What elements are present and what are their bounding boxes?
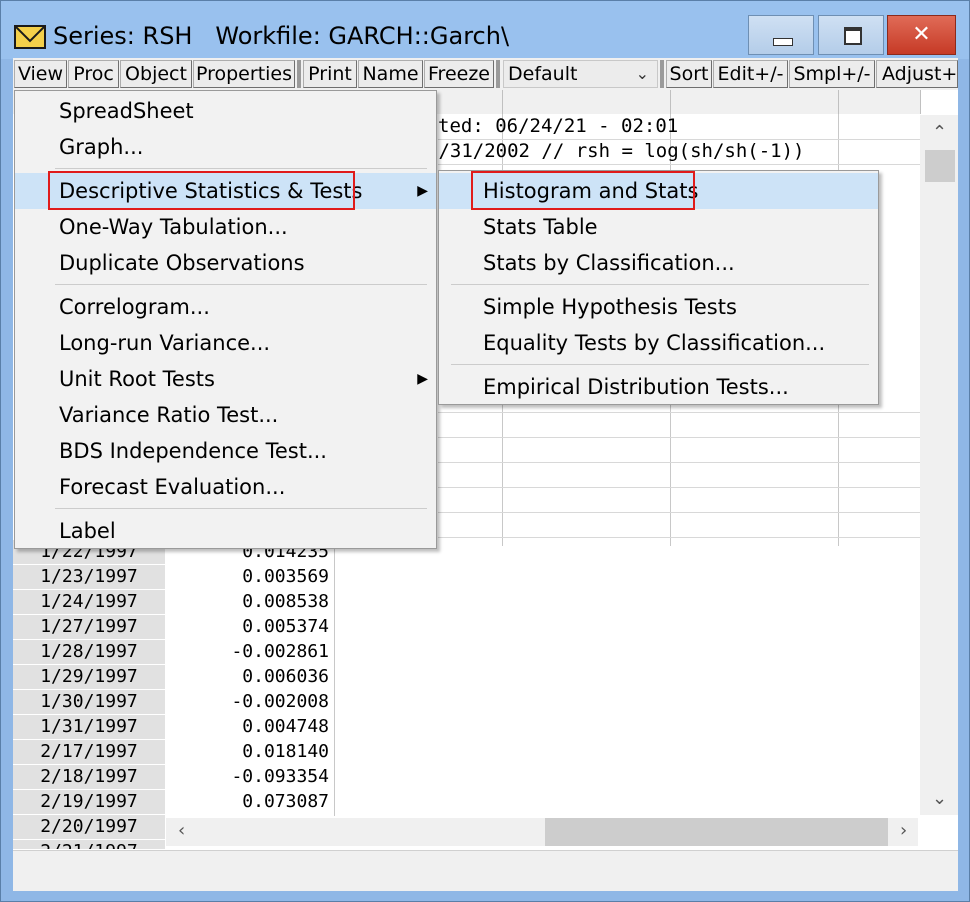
menu-item-label[interactable]: Label (15, 513, 436, 549)
table-row-date[interactable]: 1/28/1997 (13, 640, 165, 665)
menu-item-graph[interactable]: Graph... (15, 129, 436, 165)
table-cell-value[interactable]: 0.004748 (166, 715, 329, 739)
table-cell-value[interactable]: -0.002861 (166, 640, 329, 664)
print-button[interactable]: Print (303, 60, 357, 88)
table-cell-value[interactable]: 0.003569 (166, 565, 329, 589)
menu-separator (451, 284, 869, 285)
table-row-date[interactable]: 1/31/1997 (13, 715, 165, 740)
menu-separator (451, 364, 869, 365)
vertical-scroll-thumb[interactable] (925, 150, 955, 182)
close-icon: ✕ (912, 22, 931, 47)
column-header (503, 90, 671, 114)
menu-item-spreadsheet[interactable]: SpreadSheet (15, 93, 436, 129)
proc-button[interactable]: Proc (68, 60, 119, 88)
grid-line (438, 437, 920, 438)
table-row-date[interactable]: 2/19/1997 (13, 790, 165, 815)
name-button[interactable]: Name (358, 60, 423, 88)
scroll-left-icon[interactable]: ‹ (178, 820, 185, 841)
table-cell-value[interactable]: -0.002008 (166, 690, 329, 714)
grid-line (438, 512, 920, 513)
display-mode-select[interactable]: Default ⌄ (503, 60, 658, 88)
maximize-icon (844, 27, 862, 45)
table-row-date[interactable]: 1/29/1997 (13, 665, 165, 690)
menu-item-correlogram[interactable]: Correlogram... (15, 289, 436, 325)
scroll-up-icon[interactable]: ⌃ (932, 122, 947, 143)
table-row-date[interactable]: 1/27/1997 (13, 615, 165, 640)
table-cell-value[interactable]: 0.008538 (166, 590, 329, 614)
table-row-date[interactable]: 2/18/1997 (13, 765, 165, 790)
menu-item-forecast-evaluation[interactable]: Forecast Evaluation... (15, 469, 436, 505)
close-button[interactable]: ✕ (887, 15, 956, 55)
view-menu: SpreadSheet Graph... Descriptive Statist… (14, 90, 437, 549)
table-cell-value[interactable]: 0.005374 (166, 615, 329, 639)
grid-line (438, 487, 920, 488)
scroll-right-icon[interactable]: › (900, 820, 907, 841)
table-row-date[interactable]: 1/23/1997 (13, 565, 165, 590)
grid-line (438, 537, 920, 538)
table-row-date[interactable]: 1/24/1997 (13, 590, 165, 615)
maximize-button[interactable] (818, 15, 884, 55)
horizontal-scroll-thumb[interactable] (545, 818, 888, 846)
toolbar-separator (660, 60, 664, 88)
menu-item-variance-ratio-test[interactable]: Variance Ratio Test... (15, 397, 436, 433)
properties-button[interactable]: Properties (193, 60, 295, 88)
minimize-button[interactable] (748, 15, 814, 55)
grid-line (438, 412, 920, 413)
menu-separator (55, 284, 427, 285)
adjust-button[interactable]: Adjust+/ (876, 60, 958, 88)
table-cell-value[interactable]: 0.073087 (166, 790, 329, 814)
table-cell-value[interactable]: 0.006036 (166, 665, 329, 689)
column-header (839, 90, 921, 114)
highlight-annotation (471, 171, 695, 210)
menu-separator (55, 168, 427, 169)
grid-line (438, 164, 920, 165)
title-bar[interactable]: Series: RSH Workfile: GARCH::Garch\ ✕ (1, 1, 969, 59)
table-row-date[interactable]: 1/30/1997 (13, 690, 165, 715)
display-mode-value: Default (508, 63, 578, 85)
table-cell-value[interactable]: -0.093354 (166, 765, 329, 789)
scroll-down-icon[interactable]: ⌄ (932, 788, 947, 809)
submenu-arrow-icon: ▶ (417, 371, 428, 387)
menu-item-stats-table[interactable]: Stats Table (439, 209, 878, 245)
column-header (671, 90, 839, 114)
menu-item-stats-by-classification[interactable]: Stats by Classification... (439, 245, 878, 281)
series-icon (14, 25, 46, 49)
menu-item-bds-independence-test[interactable]: BDS Independence Test... (15, 433, 436, 469)
toolbar: View Proc Object Properties Print Name F… (13, 58, 958, 90)
highlight-annotation (48, 171, 355, 210)
grid-line (334, 546, 335, 816)
object-button[interactable]: Object (120, 60, 192, 88)
table-cell-value[interactable]: 0.018140 (166, 740, 329, 764)
grid-line (438, 462, 920, 463)
series-info-line: ted: 06/24/21 - 02:01 (438, 115, 679, 137)
table-row-date[interactable]: 2/17/1997 (13, 740, 165, 765)
menu-item-equality-tests[interactable]: Equality Tests by Classification... (439, 325, 878, 361)
vertical-scrollbar[interactable] (920, 115, 958, 815)
view-button[interactable]: View (14, 60, 67, 88)
menu-item-duplicate-observations[interactable]: Duplicate Observations (15, 245, 436, 281)
submenu-arrow-icon: ▶ (417, 183, 428, 199)
menu-item-oneway-tabulation[interactable]: One-Way Tabulation... (15, 209, 436, 245)
table-row-date[interactable]: 2/21/1997 (13, 840, 165, 850)
edit-button[interactable]: Edit+/- (713, 60, 788, 88)
menu-separator (55, 508, 427, 509)
toolbar-separator (496, 60, 500, 88)
window-title: Series: RSH Workfile: GARCH::Garch\ (53, 22, 510, 50)
menu-item-simple-hypothesis-tests[interactable]: Simple Hypothesis Tests (439, 289, 878, 325)
toolbar-separator (297, 60, 301, 88)
menu-item-unit-root-tests[interactable]: Unit Root Tests ▶ (15, 361, 436, 397)
chevron-down-icon: ⌄ (635, 64, 649, 83)
smpl-button[interactable]: Smpl+/- (789, 60, 875, 88)
series-info-line: 2/31/2002 // rsh = log(sh/sh(-1)) (427, 140, 805, 162)
menu-item-longrun-variance[interactable]: Long-run Variance... (15, 325, 436, 361)
status-bar (13, 850, 958, 891)
minimize-icon (773, 38, 793, 46)
table-row-date[interactable]: 2/20/1997 (13, 815, 165, 840)
sort-button[interactable]: Sort (666, 60, 712, 88)
freeze-button[interactable]: Freeze (424, 60, 494, 88)
menu-item-empirical-distribution-tests[interactable]: Empirical Distribution Tests... (439, 369, 878, 405)
